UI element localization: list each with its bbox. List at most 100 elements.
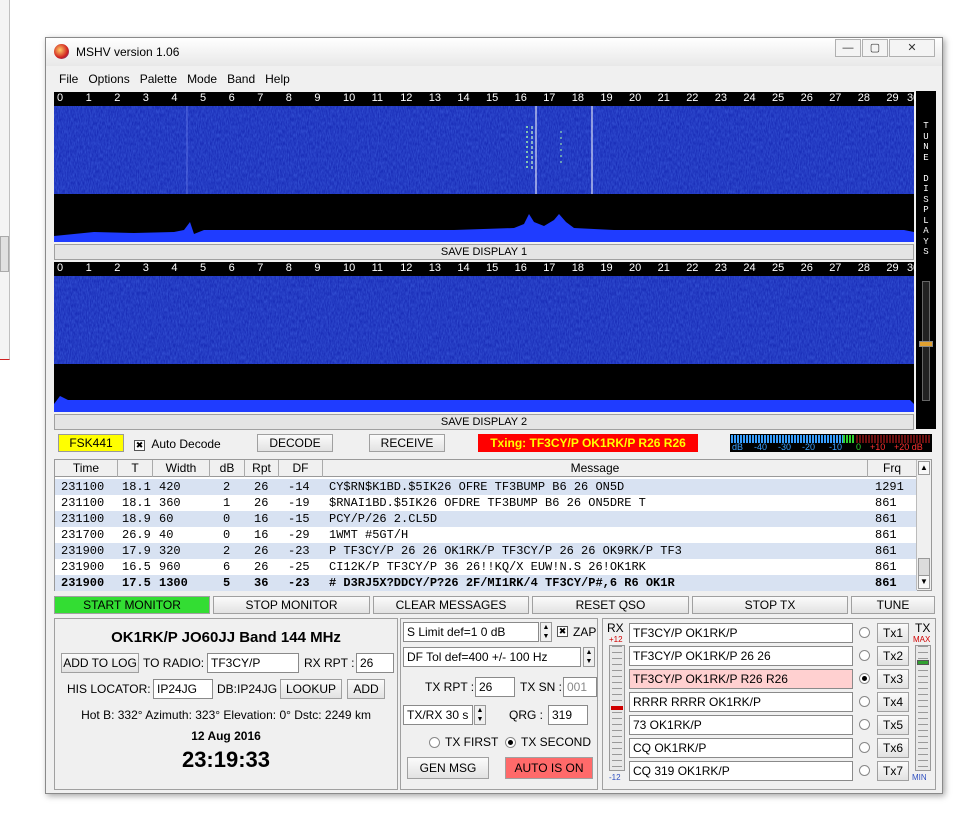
header-message[interactable]: Message bbox=[323, 460, 868, 477]
header-t[interactable]: T bbox=[118, 460, 153, 477]
tx-second-radio[interactable] bbox=[505, 737, 516, 748]
tx7-message-input[interactable]: CQ 319 OK1RK/P bbox=[629, 761, 853, 781]
stop-tx-button[interactable]: STOP TX bbox=[692, 596, 848, 614]
start-monitor-button[interactable]: START MONITOR bbox=[54, 596, 210, 614]
tx1-button[interactable]: Tx1 bbox=[877, 623, 909, 643]
table-row[interactable]: 231900 17.9 320 2 26 -23 P TF3CY/P 26 26 OK1RK… bbox=[55, 543, 917, 559]
scale-tick: 6 bbox=[228, 262, 235, 274]
header-db[interactable]: dB bbox=[210, 460, 245, 477]
tx1-select-radio[interactable] bbox=[859, 627, 870, 638]
cell-width: 320 bbox=[159, 544, 181, 558]
tune-button[interactable]: TUNE bbox=[851, 596, 935, 614]
scroll-down-arrow[interactable]: ▼ bbox=[918, 575, 930, 589]
auto-is-on-button[interactable]: AUTO IS ON bbox=[505, 757, 593, 779]
tx3-button[interactable]: Tx3 bbox=[877, 669, 909, 689]
menu-options[interactable]: Options bbox=[83, 70, 134, 88]
txrx-period-spinner[interactable]: ▲ ▼ bbox=[474, 705, 486, 725]
tx5-message-input[interactable]: 73 OK1RK/P bbox=[629, 715, 853, 735]
to-radio-input[interactable]: TF3CY/P bbox=[207, 653, 299, 673]
table-row[interactable]: 231900 16.5 960 6 26 -25 CI12K/P TF3CY/P 36 26… bbox=[55, 559, 917, 575]
waterfall-display-1[interactable] bbox=[54, 106, 914, 242]
header-df[interactable]: DF bbox=[279, 460, 323, 477]
s-limit-field[interactable]: S Limit def=1 0 dB bbox=[403, 622, 539, 642]
tx6-select-radio[interactable] bbox=[859, 742, 870, 753]
table-row[interactable]: 231100 18.1 420 2 26 -14 CY$RN$K1BD.$5IK26 OFR… bbox=[55, 479, 917, 495]
tx6-message-input[interactable]: CQ OK1RK/P bbox=[629, 738, 853, 758]
receive-button[interactable]: RECEIVE bbox=[369, 434, 445, 452]
header-rpt[interactable]: Rpt bbox=[245, 460, 279, 477]
minimize-button[interactable]: — bbox=[835, 39, 861, 57]
scale-tick: 1 bbox=[85, 92, 92, 104]
tx3-message-input[interactable]: TF3CY/P OK1RK/P R26 R26 bbox=[629, 669, 853, 689]
tx7-select-radio[interactable] bbox=[859, 765, 870, 776]
txrx-period-field[interactable]: TX/RX 30 s bbox=[403, 705, 473, 725]
zap-checkbox[interactable]: ✖ bbox=[557, 626, 568, 637]
tx4-select-radio[interactable] bbox=[859, 696, 870, 707]
tx-level-meter[interactable] bbox=[915, 645, 931, 771]
tx1-message-input[interactable]: TF3CY/P OK1RK/P bbox=[629, 623, 853, 643]
tx3-select-radio[interactable] bbox=[859, 673, 870, 684]
title-bar: MSHV version 1.06 — ▢ ✕ bbox=[46, 38, 942, 66]
scale-tick: 27 bbox=[829, 92, 842, 104]
header-time[interactable]: Time bbox=[55, 460, 118, 477]
scale-tick: 21 bbox=[657, 92, 670, 104]
table-row[interactable]: 231100 18.9 60 0 16 -15 PCY/P/26 2.CL5D 861 bbox=[55, 511, 917, 527]
table-row[interactable]: 231900 17.5 1300 5 36 -23 # D3RJ5X?DDCY/P?26 2… bbox=[55, 575, 917, 591]
close-button[interactable]: ✕ bbox=[889, 39, 935, 57]
scroll-up-arrow[interactable]: ▲ bbox=[918, 461, 930, 475]
header-frq[interactable]: Frq bbox=[868, 460, 917, 477]
rx-rpt-input[interactable]: 26 bbox=[356, 653, 394, 673]
scale-tick: 21 bbox=[657, 262, 670, 274]
his-locator-input[interactable]: IP24JG bbox=[153, 679, 213, 699]
tx5-select-radio[interactable] bbox=[859, 719, 870, 730]
tx4-button[interactable]: Tx4 bbox=[877, 692, 909, 712]
add-to-log-button[interactable]: ADD TO LOG bbox=[61, 653, 139, 673]
qrg-input[interactable]: 319 bbox=[548, 705, 588, 725]
tx-first-radio[interactable] bbox=[429, 737, 440, 748]
station-callsign-line: OK1RK/P JO60JJ Band 144 MHz bbox=[111, 629, 341, 646]
tx6-button[interactable]: Tx6 bbox=[877, 738, 909, 758]
tx2-message-input[interactable]: TF3CY/P OK1RK/P 26 26 bbox=[629, 646, 853, 666]
decode-button[interactable]: DECODE bbox=[257, 434, 333, 452]
save-display-2-button[interactable]: SAVE DISPLAY 2 bbox=[54, 414, 914, 430]
scale-tick: 10 bbox=[343, 92, 356, 104]
auto-decode-checkbox[interactable]: ✖ bbox=[134, 440, 145, 451]
decoded-messages-table[interactable]: Time T Width dB Rpt DF Message Frq 23110… bbox=[54, 459, 932, 591]
cell-time: 231900 bbox=[61, 576, 105, 590]
auto-decode-toggle[interactable]: ✖ Auto Decode bbox=[134, 437, 221, 451]
tx2-select-radio[interactable] bbox=[859, 650, 870, 661]
scale-tick: 8 bbox=[285, 92, 292, 104]
menu-mode[interactable]: Mode bbox=[182, 70, 222, 88]
tx2-button[interactable]: Tx2 bbox=[877, 646, 909, 666]
waterfall-display-2[interactable] bbox=[54, 276, 914, 412]
table-row[interactable]: 231700 26.9 40 0 16 -29 1WMT #5GT/H 861 bbox=[55, 527, 917, 543]
stop-monitor-button[interactable]: STOP MONITOR bbox=[213, 596, 370, 614]
tx5-button[interactable]: Tx5 bbox=[877, 715, 909, 735]
s-limit-spinner[interactable]: ▲ ▼ bbox=[540, 622, 552, 642]
menu-palette[interactable]: Palette bbox=[135, 70, 182, 88]
reset-qso-button[interactable]: RESET QSO bbox=[532, 596, 689, 614]
header-width[interactable]: Width bbox=[153, 460, 210, 477]
maximize-button[interactable]: ▢ bbox=[862, 39, 888, 57]
df-tol-field[interactable]: DF Tol def=400 +/- 100 Hz bbox=[403, 647, 581, 667]
cell-t: 16.5 bbox=[122, 560, 151, 574]
tx-rpt-input[interactable]: 26 bbox=[475, 677, 515, 697]
tx4-message-input[interactable]: RRRR RRRR OK1RK/P bbox=[629, 692, 853, 712]
gen-msg-button[interactable]: GEN MSG bbox=[407, 757, 489, 779]
menu-file[interactable]: File bbox=[54, 70, 83, 88]
menu-help[interactable]: Help bbox=[260, 70, 295, 88]
add-button[interactable]: ADD bbox=[347, 679, 385, 699]
table-scrollbar[interactable]: ▲ ▼ bbox=[916, 460, 931, 590]
df-tol-spinner[interactable]: ▲ ▼ bbox=[583, 647, 595, 667]
clear-messages-button[interactable]: CLEAR MESSAGES bbox=[373, 596, 529, 614]
menu-band[interactable]: Band bbox=[222, 70, 260, 88]
table-row[interactable]: 231100 18.1 360 1 26 -19 $RNAI1BD.$5IK26 OFDRE… bbox=[55, 495, 917, 511]
lookup-button[interactable]: LOOKUP bbox=[280, 679, 342, 699]
tx7-button[interactable]: Tx7 bbox=[877, 761, 909, 781]
save-display-1-button[interactable]: SAVE DISPLAY 1 bbox=[54, 244, 914, 260]
tune-slider-handle[interactable] bbox=[919, 341, 933, 347]
tx-sn-input[interactable]: 001 bbox=[563, 677, 597, 697]
scale-tick: 12 bbox=[400, 262, 413, 274]
cell-rpt: 26 bbox=[254, 560, 269, 574]
tx-level-handle[interactable] bbox=[917, 660, 929, 665]
